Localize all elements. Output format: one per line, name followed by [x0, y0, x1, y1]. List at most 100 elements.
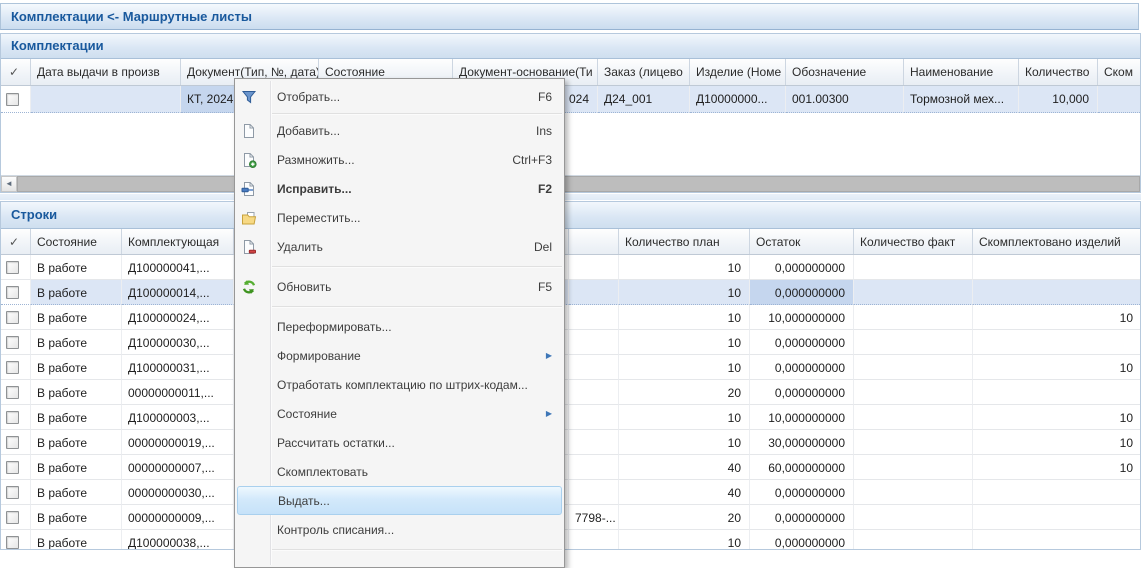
cell[interactable]: В работе	[31, 405, 122, 430]
cell[interactable]: В работе	[31, 380, 122, 405]
column-header-9[interactable]: Количество	[1019, 59, 1098, 85]
cell[interactable]	[854, 330, 973, 355]
cell[interactable]: 7798-...	[569, 505, 619, 530]
menu-item-8[interactable]: ОбновитьF5	[235, 272, 564, 301]
cell[interactable]: 10	[973, 305, 1141, 330]
checkbox-cell[interactable]	[1, 405, 31, 430]
cell[interactable]	[854, 305, 973, 330]
row-checkbox[interactable]	[6, 261, 19, 274]
cell[interactable]: 00000000019,...	[122, 430, 234, 455]
table-row[interactable]: В работеД100000014,...100,000000000	[1, 280, 1140, 305]
cell[interactable]: 40	[619, 480, 750, 505]
row-checkbox[interactable]	[6, 436, 19, 449]
scroll-left-icon[interactable]: ◄	[1, 176, 17, 192]
cell[interactable]: 0,000000000	[750, 380, 854, 405]
cell[interactable]: 00000000009,...	[122, 505, 234, 530]
cell[interactable]: 001.00300	[786, 86, 904, 113]
row-checkbox[interactable]	[6, 461, 19, 474]
column-header-0[interactable]: ✓	[1, 59, 31, 85]
checkbox-cell[interactable]	[1, 255, 31, 280]
row-checkbox[interactable]	[6, 511, 19, 524]
cell[interactable]	[973, 530, 1141, 550]
cell[interactable]	[569, 405, 619, 430]
checkbox-cell[interactable]	[1, 430, 31, 455]
checkbox-cell[interactable]	[1, 480, 31, 505]
cell[interactable]: В работе	[31, 305, 122, 330]
cell[interactable]: 10,000000000	[750, 405, 854, 430]
cell[interactable]	[973, 505, 1141, 530]
cell[interactable]	[973, 480, 1141, 505]
cell[interactable]: 30,000000000	[750, 430, 854, 455]
cell[interactable]: 10	[619, 255, 750, 280]
row-checkbox[interactable]	[6, 386, 19, 399]
table-row[interactable]: В работеД100000038,...100,000000000	[1, 530, 1140, 550]
cell[interactable]	[569, 430, 619, 455]
cell[interactable]: 10	[619, 530, 750, 550]
cell[interactable]: 0,000000000	[750, 480, 854, 505]
cell[interactable]	[854, 280, 973, 305]
cell[interactable]: 0,000000000	[750, 280, 854, 305]
menu-item-2[interactable]: Добавить...Ins	[235, 116, 564, 145]
column-header-8[interactable]: Наименование	[904, 59, 1019, 85]
column-header-4[interactable]	[569, 229, 619, 254]
cell[interactable]: Тормозной мех...	[904, 86, 1019, 113]
cell[interactable]	[569, 380, 619, 405]
cell[interactable]: 00000000011,...	[122, 380, 234, 405]
cell[interactable]: Д100000030,...	[122, 330, 234, 355]
cell[interactable]: 10	[619, 330, 750, 355]
cell[interactable]	[569, 280, 619, 305]
menu-item-10[interactable]: Переформировать...	[235, 312, 564, 341]
cell[interactable]: В работе	[31, 330, 122, 355]
cell[interactable]	[854, 530, 973, 550]
cell[interactable]: 0,000000000	[750, 530, 854, 550]
checkbox-cell[interactable]	[1, 530, 31, 550]
menu-item-15[interactable]: Скомплектовать	[235, 457, 564, 486]
cell[interactable]: В работе	[31, 430, 122, 455]
cell[interactable]: 60,000000000	[750, 455, 854, 480]
cell[interactable]	[569, 480, 619, 505]
column-header-6[interactable]: Остаток	[750, 229, 854, 254]
column-header-5[interactable]: Заказ (лицево	[598, 59, 690, 85]
menu-item-6[interactable]: УдалитьDel	[235, 232, 564, 261]
column-header-8[interactable]: Скомплектовано изделий	[973, 229, 1141, 254]
cell[interactable]: 10	[619, 305, 750, 330]
cell[interactable]: 10	[619, 280, 750, 305]
row-checkbox[interactable]	[6, 336, 19, 349]
cell[interactable]	[569, 330, 619, 355]
row-checkbox[interactable]	[6, 536, 19, 549]
row-checkbox[interactable]	[6, 361, 19, 374]
row-checkbox[interactable]	[6, 311, 19, 324]
checkbox-cell[interactable]	[1, 355, 31, 380]
checkbox-cell[interactable]	[1, 455, 31, 480]
cell[interactable]	[854, 480, 973, 505]
menu-item-5[interactable]: Переместить...	[235, 203, 564, 232]
menu-item-12[interactable]: Отработать комплектацию по штрих-кодам..…	[235, 370, 564, 399]
cell[interactable]	[569, 255, 619, 280]
column-header-5[interactable]: Количество план	[619, 229, 750, 254]
checkbox-cell[interactable]	[1, 305, 31, 330]
checkbox-cell[interactable]	[1, 505, 31, 530]
row-checkbox[interactable]	[6, 93, 19, 106]
menu-item-13[interactable]: Состояние▶	[235, 399, 564, 428]
cell[interactable]	[854, 405, 973, 430]
table-row[interactable]: В работеД100000041,...100,000000000	[1, 255, 1140, 280]
menu-item-17[interactable]: Контроль списания...	[235, 515, 564, 544]
cell[interactable]: В работе	[31, 455, 122, 480]
cell[interactable]: 0,000000000	[750, 255, 854, 280]
table-row[interactable]: В работе00000000019,...1030,00000000010	[1, 430, 1140, 455]
cell[interactable]	[854, 455, 973, 480]
cell[interactable]	[854, 255, 973, 280]
column-header-1[interactable]: Состояние	[31, 229, 122, 254]
cell[interactable]	[854, 355, 973, 380]
cell[interactable]: 10	[973, 430, 1141, 455]
cell[interactable]	[973, 380, 1141, 405]
cell[interactable]: 10	[619, 355, 750, 380]
cell[interactable]: Д100000024,...	[122, 305, 234, 330]
table-row[interactable]: В работе00000000009,...7798-...200,00000…	[1, 505, 1140, 530]
checkbox-cell[interactable]	[1, 330, 31, 355]
cell[interactable]: 20	[619, 380, 750, 405]
menu-item-4[interactable]: Исправить...F2	[235, 174, 564, 203]
table-row[interactable]: В работе00000000030,...400,000000000	[1, 480, 1140, 505]
cell[interactable]	[1098, 86, 1141, 113]
row-checkbox[interactable]	[6, 411, 19, 424]
